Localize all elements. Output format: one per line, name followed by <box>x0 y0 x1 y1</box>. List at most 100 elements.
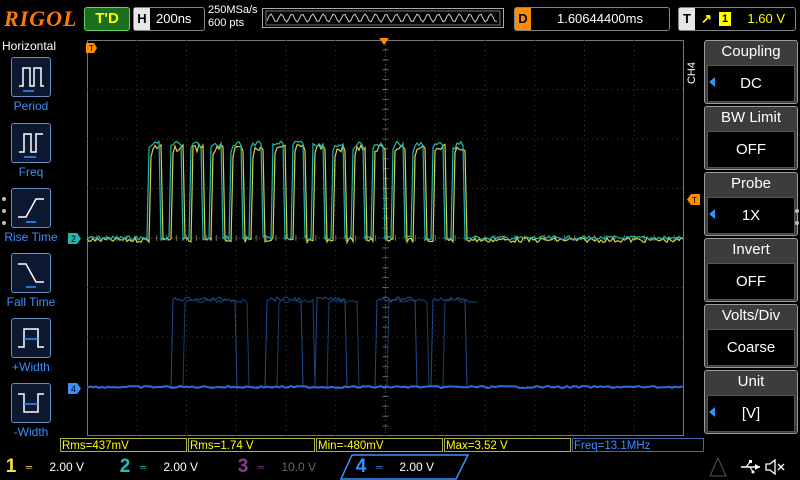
unit-button[interactable]: Unit [V] <box>704 370 798 434</box>
measure-menu: Horizontal Period Freq Rise Time Fall Ti… <box>0 37 62 439</box>
ch2-status[interactable]: 2 ═ 2.00 V <box>114 454 226 480</box>
ch2-scale: 2.00 V <box>163 460 199 474</box>
measure-period[interactable]: Period <box>0 57 62 113</box>
ch4-scale: 2.00 V <box>399 460 435 474</box>
trigger-level: 1.60 V <box>747 11 785 26</box>
svg-text:T: T <box>692 196 697 205</box>
negative-width-icon <box>11 383 51 423</box>
top-status-bar: RIGOL T'D H 200ns 250MSa/s 600 pts D 1.60… <box>0 0 800 37</box>
page-dot <box>2 209 6 213</box>
measure-positive-width-label: +Width <box>12 360 50 374</box>
horizontal-key: H <box>134 8 150 30</box>
select-arrow-icon <box>709 209 715 219</box>
rising-edge-icon: ↗ <box>701 11 712 26</box>
freq-icon <box>11 123 51 163</box>
measure-positive-width[interactable]: +Width <box>0 318 62 374</box>
channel-status-bar: 1 ═ 2.00 V 2 ═ 2.00 V 3 ═ 10.0 V 4 ═ 2.00 V <box>0 454 800 480</box>
volts-div-button[interactable]: Volts/Div Coarse <box>704 304 798 368</box>
page-dot <box>795 209 799 213</box>
page-dot <box>2 197 6 201</box>
ch1-number: 1 <box>5 456 17 477</box>
ch4-status[interactable]: 4 ═ 2.00 V <box>350 454 462 480</box>
rise-time-icon <box>11 188 51 228</box>
ch1-status[interactable]: 1 ═ 2.00 V <box>0 454 112 480</box>
memory-depth: 600 pts <box>208 17 245 29</box>
measure-rise-time-label: Rise Time <box>4 230 58 244</box>
page-dot <box>2 221 6 225</box>
svg-text:T: T <box>89 44 94 53</box>
measure-menu-title: Horizontal <box>2 39 57 53</box>
delay-value: 1.60644400ms <box>556 11 643 26</box>
bw-limit-value: OFF <box>707 131 795 168</box>
select-arrow-icon <box>709 77 715 87</box>
waveform-canvas <box>86 39 685 437</box>
memory-waveform-preview <box>265 10 501 26</box>
measurement-item[interactable]: Rms=437mV <box>60 438 187 452</box>
volts-div-title: Volts/Div <box>721 307 781 324</box>
measure-negative-width-label: -Width <box>13 425 49 439</box>
invert-title: Invert <box>732 241 770 258</box>
measure-fall-time[interactable]: Fall Time <box>0 253 62 309</box>
trigger-time-pointer <box>379 38 389 45</box>
ch4-baseline-trace <box>86 384 685 390</box>
ch1-scale: 2.00 V <box>49 460 85 474</box>
trigger-source: 1 <box>719 12 731 26</box>
svg-text:4: 4 <box>71 384 76 394</box>
measurement-item[interactable]: Min=-480mV <box>316 438 443 452</box>
coupling-value: DC <box>707 65 795 102</box>
probe-button[interactable]: Probe 1X <box>704 172 798 236</box>
brand-logo: RIGOL <box>4 6 78 31</box>
ch3-status[interactable]: 3 ═ 10.0 V <box>232 454 344 480</box>
timebase-box[interactable]: H 200ns <box>133 7 205 31</box>
select-arrow-icon <box>709 407 715 417</box>
invert-value: OFF <box>707 263 795 300</box>
unit-title: Unit <box>737 373 765 390</box>
measurement-item[interactable]: Max=3.52 V <box>444 438 571 452</box>
page-dot <box>795 221 799 225</box>
trigger-box[interactable]: T ↗ 1 1.60 V <box>678 7 796 31</box>
delay-key: D <box>515 8 531 30</box>
waveform-display[interactable] <box>86 39 685 437</box>
ch4-waveform-trace-persist <box>147 297 478 388</box>
dc-coupling-icon: ═ <box>139 462 147 472</box>
probe-title: Probe <box>730 175 772 192</box>
ch3-number: 3 <box>237 456 249 477</box>
measurement-item[interactable]: Rms=1.74 V <box>188 438 315 452</box>
trigger-status-badge: T'D <box>84 7 130 31</box>
ch2-offset-marker[interactable]: 2 <box>68 233 82 244</box>
measure-freq[interactable]: Freq <box>0 123 62 179</box>
volts-div-value: Coarse <box>707 329 795 366</box>
probe-value: 1X <box>707 197 795 234</box>
ch4-number: 4 <box>355 456 367 477</box>
positive-width-icon <box>11 318 51 358</box>
measure-rise-time[interactable]: Rise Time <box>0 188 62 244</box>
ch4-offset-marker[interactable]: 4 <box>68 383 82 394</box>
trigger-level-marker[interactable]: T <box>686 194 700 205</box>
measure-period-label: Period <box>13 99 49 113</box>
measure-freq-label: Freq <box>18 165 44 179</box>
measurement-item[interactable]: Freq=13.1MHz <box>572 438 704 452</box>
dc-coupling-icon: ═ <box>257 462 265 472</box>
channel-menu-label: CH4 <box>686 62 698 85</box>
measure-negative-width[interactable]: -Width <box>0 383 62 439</box>
unit-value: [V] <box>707 395 795 432</box>
measurement-bar: Rms=437mV Rms=1.74 V Min=-480mV Max=3.52… <box>60 438 704 453</box>
usb-icon <box>741 460 760 474</box>
trigger-key: T <box>679 8 695 30</box>
channel-menu: Coupling DC BW Limit OFF Probe 1X Invert… <box>704 37 800 437</box>
speaker-muted-icon[interactable] <box>764 458 786 476</box>
svg-text:2: 2 <box>71 234 76 244</box>
coupling-title: Coupling <box>721 43 781 60</box>
period-icon <box>11 57 51 97</box>
trigger-position-marker: T <box>86 43 97 53</box>
memory-map-bar <box>262 8 504 28</box>
bw-limit-button[interactable]: BW Limit OFF <box>704 106 798 170</box>
fall-time-icon <box>11 253 51 293</box>
timebase-value: 200ns <box>156 11 192 26</box>
coupling-button[interactable]: Coupling DC <box>704 40 798 104</box>
ch3-scale: 10.0 V <box>281 460 317 474</box>
measure-fall-time-label: Fall Time <box>6 295 56 309</box>
invert-button[interactable]: Invert OFF <box>704 238 798 302</box>
bw-limit-title: BW Limit <box>721 109 781 126</box>
delay-box[interactable]: D 1.60644400ms <box>514 7 670 31</box>
